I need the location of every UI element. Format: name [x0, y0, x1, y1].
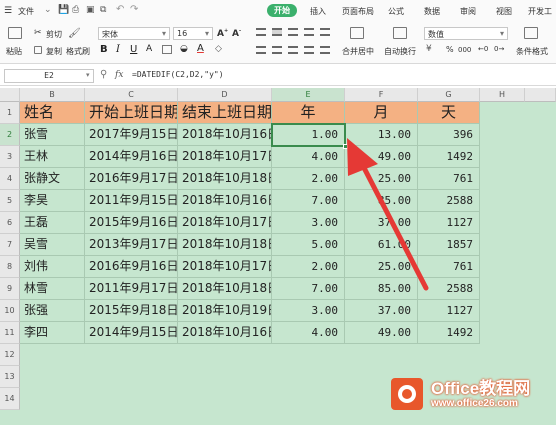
watermark-url: www.office26.com — [431, 398, 518, 409]
fill-color-icon[interactable]: ◒ — [180, 44, 188, 54]
italic-icon[interactable]: I — [116, 44, 120, 55]
strikethrough-icon[interactable]: A — [146, 44, 152, 54]
export-icon[interactable]: ⧉ — [100, 5, 106, 15]
formula-input[interactable]: =DATEDIF(C2,D2,"y") — [132, 70, 224, 79]
arrow-shaft — [357, 157, 429, 291]
font-size-select[interactable]: 16 ▾ — [173, 27, 213, 40]
align-middle-icon[interactable] — [272, 28, 282, 36]
align-top-icon[interactable] — [256, 28, 266, 36]
tab-view[interactable]: 视图 — [496, 6, 512, 17]
conditional-format-icon[interactable] — [524, 27, 538, 39]
tab-start[interactable]: 开始 — [267, 4, 297, 17]
font-color-icon[interactable]: A — [197, 43, 204, 54]
name-box[interactable]: E2 — [4, 69, 94, 83]
increase-decimal-icon[interactable]: ←0 — [478, 45, 488, 53]
indent-icon[interactable] — [304, 46, 314, 54]
font-name-chevron-icon: ▾ — [161, 29, 166, 38]
wrap-text-button[interactable]: 自动换行 — [384, 46, 416, 57]
clear-format-icon[interactable]: ◇ — [215, 44, 222, 54]
number-format-select[interactable]: 数值 ▾ — [424, 27, 508, 40]
decrease-decimal-icon[interactable]: 0→ — [494, 45, 504, 53]
align-right-icon[interactable] — [288, 46, 298, 54]
office-logo-icon — [391, 378, 423, 410]
zoom-search-icon[interactable]: ⚲ — [100, 69, 107, 80]
cut-icon[interactable]: ✂ — [34, 28, 42, 38]
font-size-value: 16 — [177, 29, 188, 38]
format-painter-button[interactable]: 格式刷 — [66, 46, 90, 57]
paste-button-label[interactable]: 粘贴 — [6, 46, 22, 57]
align-left-icon[interactable] — [256, 46, 266, 54]
fx-icon[interactable]: fx — [115, 70, 123, 80]
watermark: Office教程网 www.office26.com — [387, 373, 552, 415]
print-icon[interactable]: ⎙ — [72, 5, 79, 15]
font-name-value: 宋体 — [102, 30, 118, 39]
cut-button[interactable]: 剪切 — [46, 29, 62, 40]
print-preview-icon[interactable]: ▣ — [86, 5, 95, 15]
spreadsheet-grid[interactable]: BCDEFGH 1 2 3 4 5 6 7 8 9 10 11 12 13 14 姓名 开始上班日期 结束上班… — [0, 88, 556, 425]
name-box-chevron-icon[interactable]: ▾ — [86, 71, 90, 79]
copy-icon[interactable] — [34, 46, 42, 54]
currency-icon[interactable]: ¥ — [426, 44, 432, 54]
wrap-text-icon[interactable] — [393, 27, 407, 39]
undo-icon[interactable]: ↶ — [116, 4, 124, 15]
tab-page-layout[interactable]: 页面布局 — [342, 6, 374, 17]
font-name-select[interactable]: 宋体 ▾ — [98, 27, 170, 40]
align-center-icon[interactable] — [272, 46, 282, 54]
redo-icon[interactable]: ↷ — [130, 4, 138, 15]
save-icon[interactable]: 💾 — [58, 5, 69, 15]
conditional-format-button[interactable]: 条件格式 — [516, 46, 548, 57]
border-icon[interactable] — [162, 45, 172, 54]
underline-icon[interactable]: U — [130, 44, 137, 55]
tab-formulas[interactable]: 公式 — [388, 6, 404, 17]
tab-insert[interactable]: 插入 — [310, 6, 326, 17]
merge-center-button[interactable]: 合并居中 — [342, 46, 374, 57]
percent-button[interactable]: % — [446, 45, 454, 54]
file-menu-chevron-icon[interactable]: ⌄ — [44, 5, 52, 15]
tab-review[interactable]: 审阅 — [460, 6, 476, 17]
menu-icon[interactable]: ☰ — [4, 6, 12, 16]
file-menu[interactable]: 文件 — [18, 6, 34, 17]
tab-data[interactable]: 数据 — [424, 6, 440, 17]
number-format-chevron-icon: ▾ — [499, 29, 504, 38]
merge-center-icon[interactable] — [350, 27, 364, 39]
distributed-align-icon[interactable] — [320, 28, 330, 36]
format-painter-icon[interactable]: 🖌 — [68, 28, 81, 39]
bold-icon[interactable]: B — [100, 44, 108, 55]
copy-button[interactable]: 复制 — [46, 46, 62, 57]
align-justify-icon[interactable] — [304, 28, 314, 36]
align-bottom-icon[interactable] — [288, 28, 298, 36]
watermark-brand: Office教程网 — [431, 379, 531, 398]
font-size-chevron-icon: ▾ — [204, 29, 209, 38]
paste-icon[interactable] — [8, 27, 22, 39]
tab-developer[interactable]: 开发工 — [528, 6, 552, 17]
thousands-button[interactable]: 000 — [458, 46, 471, 54]
cell-reference: E2 — [44, 71, 54, 80]
outdent-icon[interactable] — [320, 46, 330, 54]
increase-font-icon[interactable]: A+ — [217, 28, 228, 39]
decrease-font-icon[interactable]: A- — [232, 28, 241, 39]
number-format-value: 数值 — [428, 30, 444, 39]
formula-bar: E2 ▾ ⚲ fx =DATEDIF(C2,D2,"y") — [0, 66, 556, 86]
ribbon: ☰ 文件 ⌄ 💾 ⎙ ▣ ⧉ ↶ ↷ 开始 插入 页面布局 公式 数据 审阅 视… — [0, 0, 556, 64]
